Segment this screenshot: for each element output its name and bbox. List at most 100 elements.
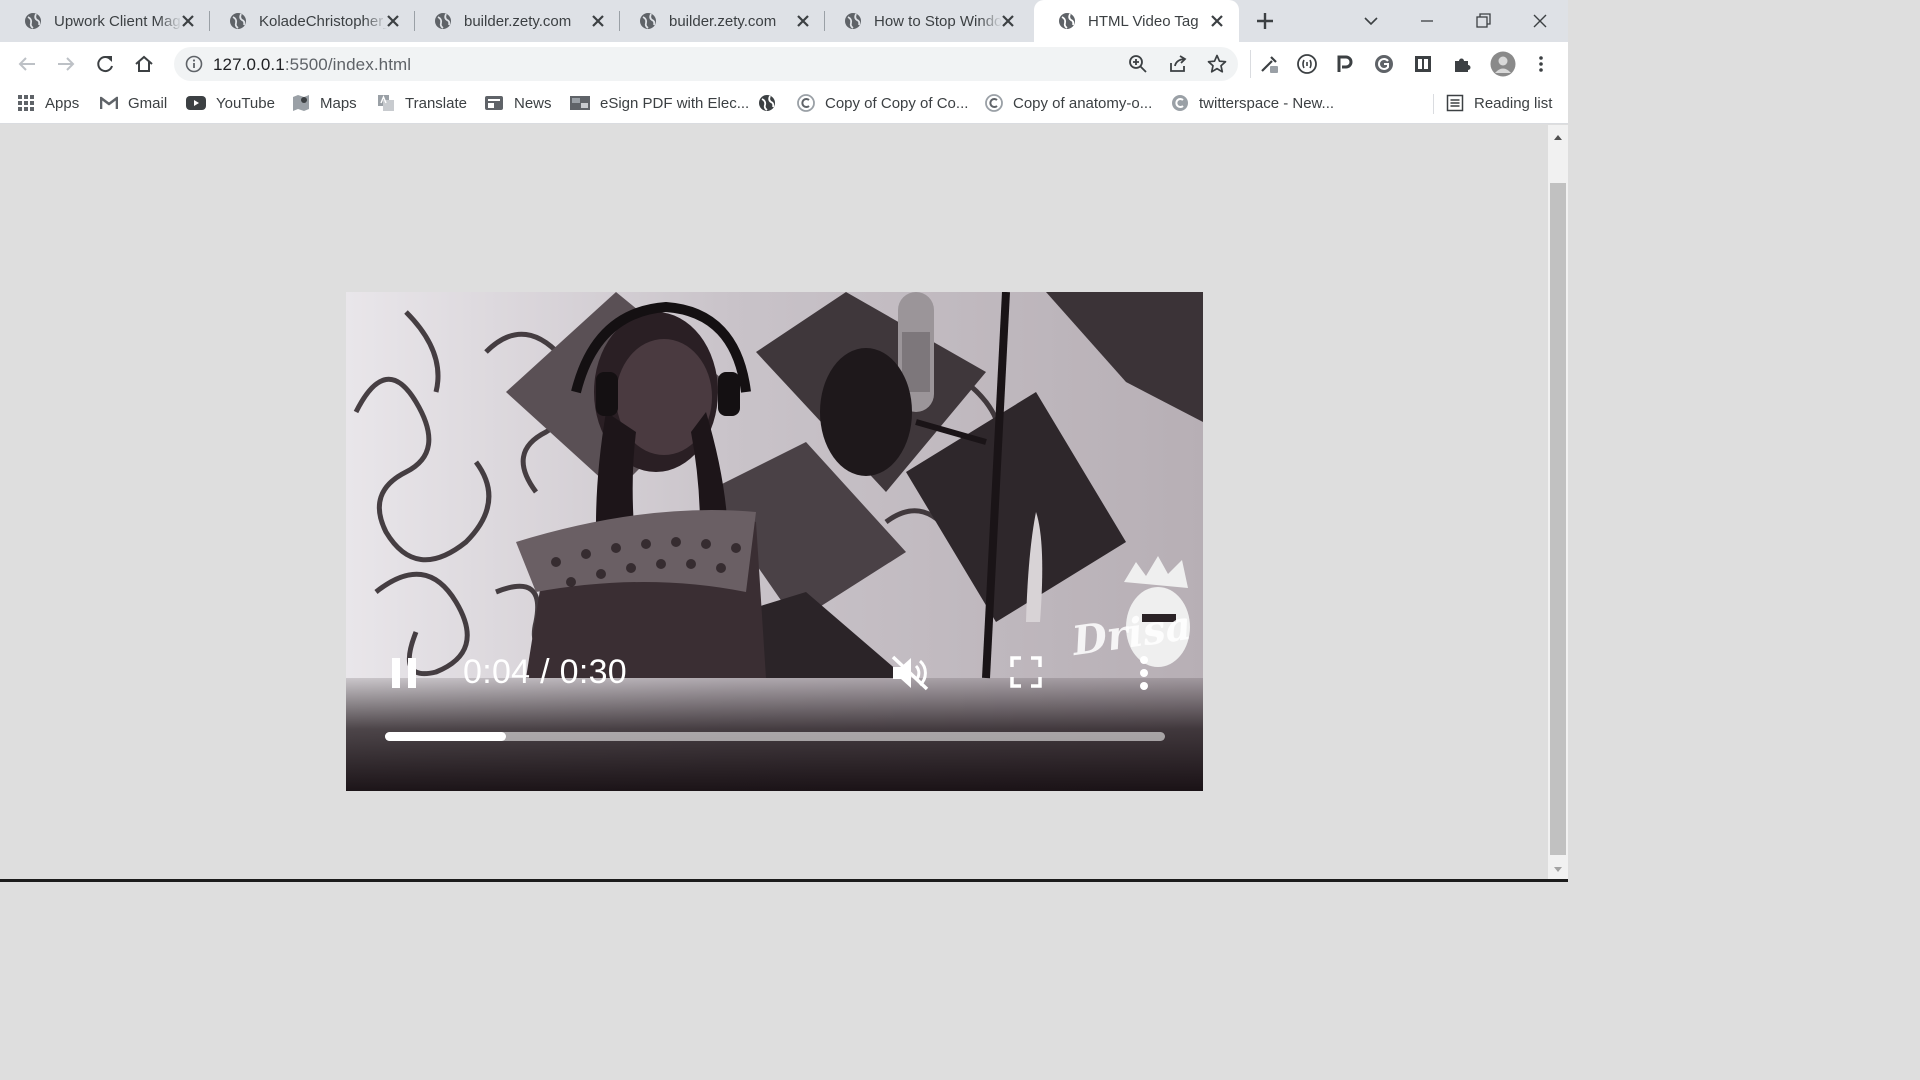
tab-title: HTML Video Tag — [1088, 12, 1199, 30]
c-circle-icon — [1172, 95, 1188, 111]
bookmark-maps[interactable]: Maps — [292, 86, 357, 120]
site-info-icon[interactable] — [185, 55, 203, 73]
minimize-icon[interactable] — [1416, 10, 1438, 32]
bookmark-label: twitterspace - New... — [1199, 94, 1335, 112]
tab-search-chevron-icon[interactable] — [1360, 10, 1382, 32]
bookmarks-divider — [1433, 94, 1434, 114]
reload-icon[interactable] — [94, 53, 116, 75]
profile-avatar[interactable] — [1490, 51, 1516, 77]
close-icon[interactable] — [590, 13, 606, 29]
bookmark-label: Gmail — [128, 94, 168, 112]
tab-zety-1[interactable]: builder.zety.com — [410, 0, 620, 42]
globe-icon — [25, 13, 41, 29]
globe-icon — [435, 13, 451, 29]
globe-icon — [230, 13, 246, 29]
tab-stop-windows[interactable]: How to Stop Windo — [820, 0, 1030, 42]
reader-extension-icon[interactable] — [1412, 53, 1434, 75]
bookmark-label: eSign PDF with Elec... — [600, 94, 750, 112]
bookmark-translate[interactable]: Translate — [377, 86, 467, 120]
close-icon[interactable] — [180, 13, 196, 29]
bookmark-reading-list[interactable]: Reading list — [1446, 86, 1552, 120]
bookmark-gmail[interactable]: Gmail — [100, 86, 167, 120]
c-circle-icon — [797, 94, 815, 112]
bookmark-label: News — [514, 94, 552, 112]
p-extension-icon[interactable] — [1334, 53, 1356, 75]
ocr-extension-icon[interactable] — [1296, 53, 1318, 75]
globe-icon — [1059, 13, 1075, 29]
bookmark-copy-of-anatomy[interactable]: Copy of anatomy-o... — [985, 86, 1152, 120]
zoom-icon[interactable] — [1127, 53, 1149, 75]
tab-title: builder.zety.com — [669, 12, 777, 30]
page-viewport: Drisa 0:04 / 0:30 — [0, 125, 1548, 882]
youtube-icon — [186, 96, 206, 110]
url-text[interactable]: 127.0.0.1:5500/index.html — [213, 55, 411, 75]
share-icon[interactable] — [1167, 53, 1189, 75]
pause-icon[interactable] — [390, 656, 418, 690]
eyedropper-extension-icon[interactable] — [1258, 53, 1280, 75]
bookmark-label: Copy of Copy of Co... — [825, 94, 969, 112]
muted-speaker-icon[interactable] — [889, 653, 931, 693]
c-circle-icon — [985, 94, 1003, 112]
close-icon[interactable] — [1000, 13, 1016, 29]
screen-bottom-edge — [0, 879, 1568, 882]
page-scrollbar[interactable] — [1548, 125, 1568, 882]
close-icon[interactable] — [385, 13, 401, 29]
close-icon[interactable] — [795, 13, 811, 29]
bookmark-label: Translate — [405, 94, 467, 112]
fullscreen-icon[interactable] — [1010, 656, 1042, 688]
bookmark-star-icon[interactable] — [1206, 53, 1228, 75]
bookmark-twitterspace[interactable]: twitterspace - New... — [1171, 86, 1334, 120]
bookmark-youtube[interactable]: YouTube — [186, 86, 275, 120]
restore-icon[interactable] — [1472, 10, 1494, 32]
tab-upwork[interactable]: Upwork Client Mag — [0, 0, 210, 42]
extensions-puzzle-icon[interactable] — [1451, 53, 1473, 75]
bookmark-esign[interactable]: eSign PDF with Elec... — [570, 86, 749, 120]
globe-icon — [640, 13, 656, 29]
tab-title: How to Stop Windo — [874, 12, 1002, 30]
scroll-up-arrow-icon[interactable] — [1553, 133, 1563, 141]
news-icon — [485, 96, 503, 110]
close-icon[interactable] — [1209, 13, 1225, 29]
scroll-down-arrow-icon[interactable] — [1553, 866, 1563, 874]
tab-zety-2[interactable]: builder.zety.com — [615, 0, 825, 42]
url-path: :5500/index.html — [284, 55, 412, 74]
address-bar[interactable]: 127.0.0.1:5500/index.html — [174, 47, 1238, 81]
tab-title: builder.zety.com — [464, 12, 572, 30]
bookmark-globe[interactable] — [758, 86, 786, 120]
video-player[interactable]: Drisa 0:04 / 0:30 — [346, 292, 1203, 791]
home-icon[interactable] — [133, 53, 155, 75]
menu-kebab-icon[interactable] — [1530, 53, 1552, 75]
bookmarks-bar: Apps Gmail YouTube Maps Translate News e… — [0, 86, 1568, 124]
bookmark-copy-of-copy[interactable]: Copy of Copy of Co... — [797, 86, 968, 120]
gmail-icon — [100, 96, 118, 109]
apps-grid-icon — [18, 95, 34, 111]
scrollbar-thumb[interactable] — [1550, 183, 1566, 855]
url-host: 127.0.0.1 — [213, 55, 285, 74]
tab-html-video-tag[interactable]: HTML Video Tag — [1034, 0, 1239, 42]
tab-kolade[interactable]: KoladeChristopher_ — [205, 0, 415, 42]
new-tab-plus-icon[interactable] — [1255, 11, 1275, 31]
browser-toolbar: 127.0.0.1:5500/index.html — [0, 42, 1568, 86]
bookmark-label: YouTube — [216, 94, 275, 112]
globe-icon — [759, 95, 775, 111]
translate-icon — [378, 95, 394, 111]
globe-icon — [845, 13, 861, 29]
bookmark-label: Copy of anatomy-o... — [1013, 94, 1153, 112]
grammarly-icon[interactable] — [1373, 53, 1395, 75]
more-options-icon[interactable] — [1138, 655, 1150, 691]
bookmark-news[interactable]: News — [484, 86, 552, 120]
toolbar-divider — [1250, 50, 1251, 78]
tab-strip: Upwork Client Mag KoladeChristopher_ bui… — [0, 0, 1568, 42]
reading-list-icon — [1446, 94, 1464, 112]
close-window-icon[interactable] — [1529, 10, 1551, 32]
esign-icon — [570, 96, 590, 110]
tab-title: Upwork Client Mag — [54, 12, 181, 30]
progress-fill — [385, 732, 506, 741]
tab-title: KoladeChristopher_ — [259, 12, 387, 30]
bookmark-apps[interactable]: Apps — [17, 86, 79, 120]
bookmark-label: Apps — [45, 94, 80, 112]
progress-bar[interactable] — [385, 732, 1165, 741]
bookmark-label: Reading list — [1474, 94, 1553, 112]
back-arrow-icon[interactable] — [16, 53, 38, 75]
forward-arrow-icon[interactable] — [55, 53, 77, 75]
